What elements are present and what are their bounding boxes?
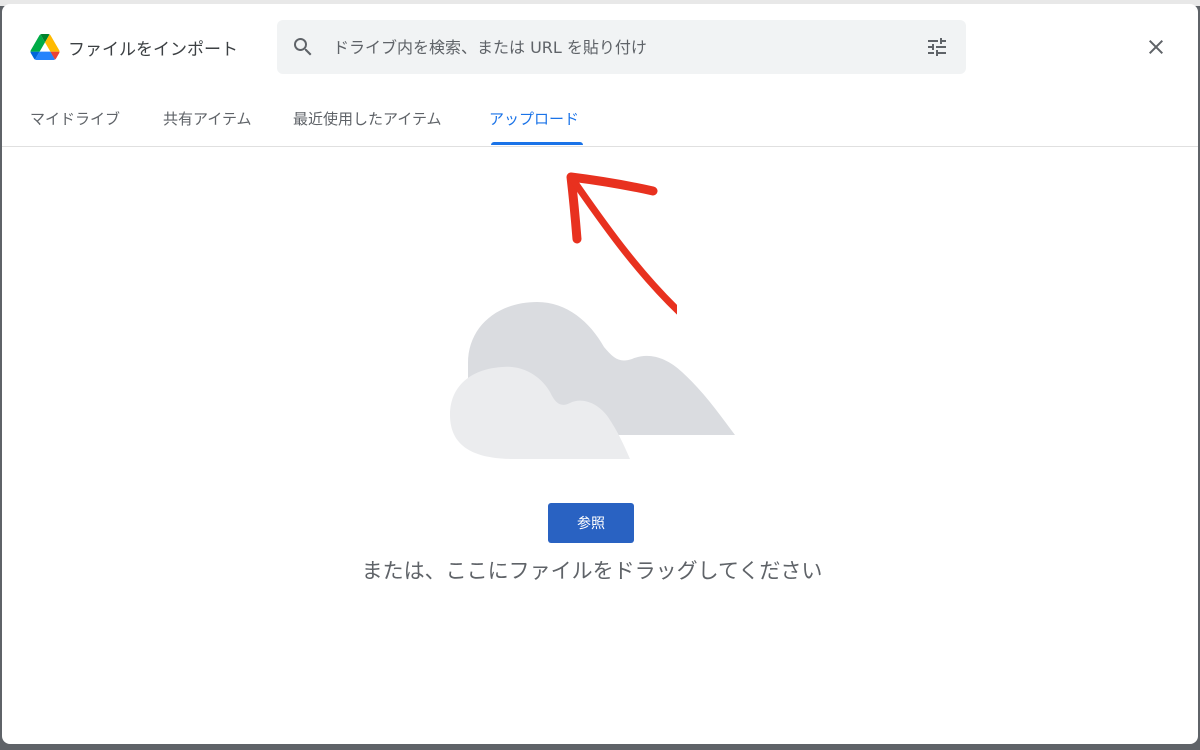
cloud-illustration xyxy=(450,302,735,459)
google-drive-icon xyxy=(30,34,60,60)
search-icon[interactable] xyxy=(291,35,315,59)
dialog-header: ファイルをインポート xyxy=(2,4,1198,90)
tune-icon[interactable] xyxy=(925,35,949,59)
tab-recent-items[interactable]: 最近使用したアイテム xyxy=(293,108,442,129)
close-icon[interactable] xyxy=(1144,35,1168,59)
import-file-dialog: ファイルをインポート マイドライブ 共有アイテム 最近使用したアイテム アップロ… xyxy=(2,4,1198,744)
tab-upload[interactable]: アップロード xyxy=(489,108,579,129)
tab-bar: マイドライブ 共有アイテム 最近使用したアイテム アップロード xyxy=(2,90,1198,147)
drag-drop-hint: または、ここにファイルをドラッグしてください xyxy=(361,559,823,583)
tab-my-drive[interactable]: マイドライブ xyxy=(30,108,120,129)
search-input[interactable] xyxy=(333,20,913,74)
browse-button[interactable]: 参照 xyxy=(548,503,634,543)
dialog-title: ファイルをインポート xyxy=(68,40,238,60)
tab-shared-items[interactable]: 共有アイテム xyxy=(163,108,252,129)
active-tab-indicator xyxy=(491,142,583,145)
search-box[interactable] xyxy=(277,20,966,74)
upload-panel: 参照 または、ここにファイルをドラッグしてください xyxy=(2,147,1198,744)
